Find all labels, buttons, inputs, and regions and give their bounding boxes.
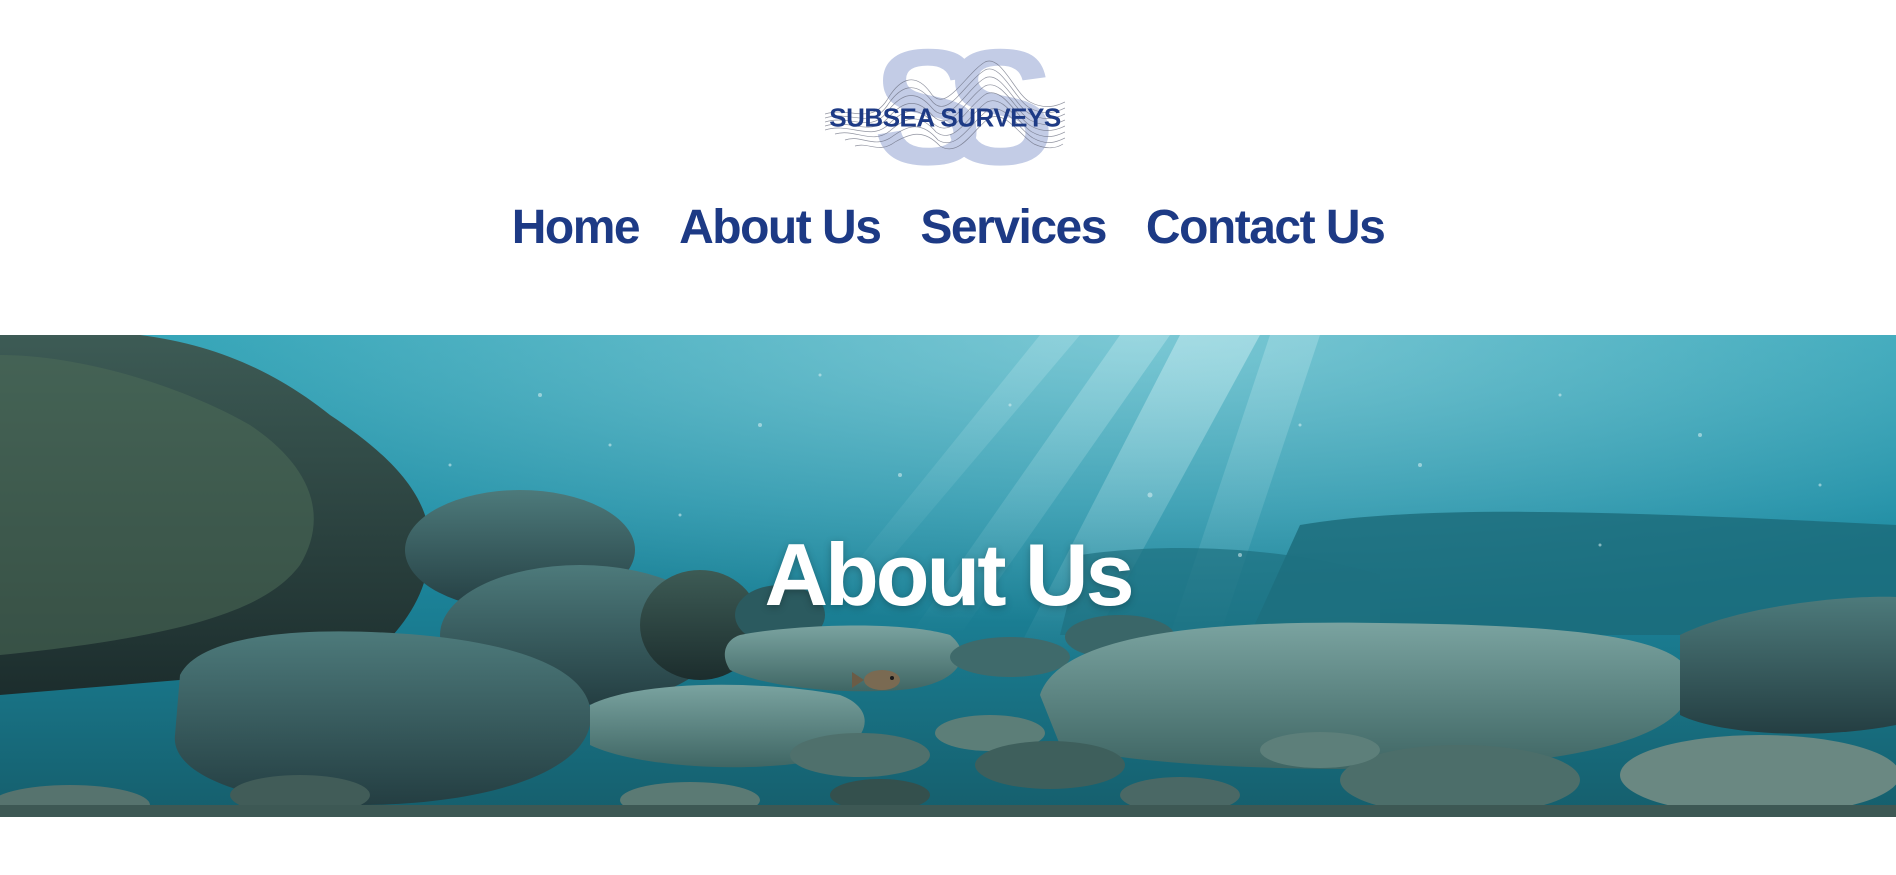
subsea-logo-icon: SS: [825, 30, 1065, 170]
hero-banner: About Us: [0, 335, 1896, 817]
site-logo[interactable]: SS SUBSEA SURVEYS: [825, 30, 1065, 170]
site-header: SS SUBSEA SURVEYS Home About Us Services…: [0, 0, 1896, 335]
main-nav: Home About Us Services Contact Us: [0, 198, 1896, 258]
hero-title: About Us: [764, 525, 1134, 624]
logo-text: SUBSEA SURVEYS: [829, 102, 1061, 133]
nav-services[interactable]: Services: [920, 198, 1107, 258]
nav-contact-us[interactable]: Contact Us: [1146, 198, 1386, 258]
nav-home[interactable]: Home: [512, 198, 641, 258]
nav-about-us[interactable]: About Us: [679, 198, 882, 258]
